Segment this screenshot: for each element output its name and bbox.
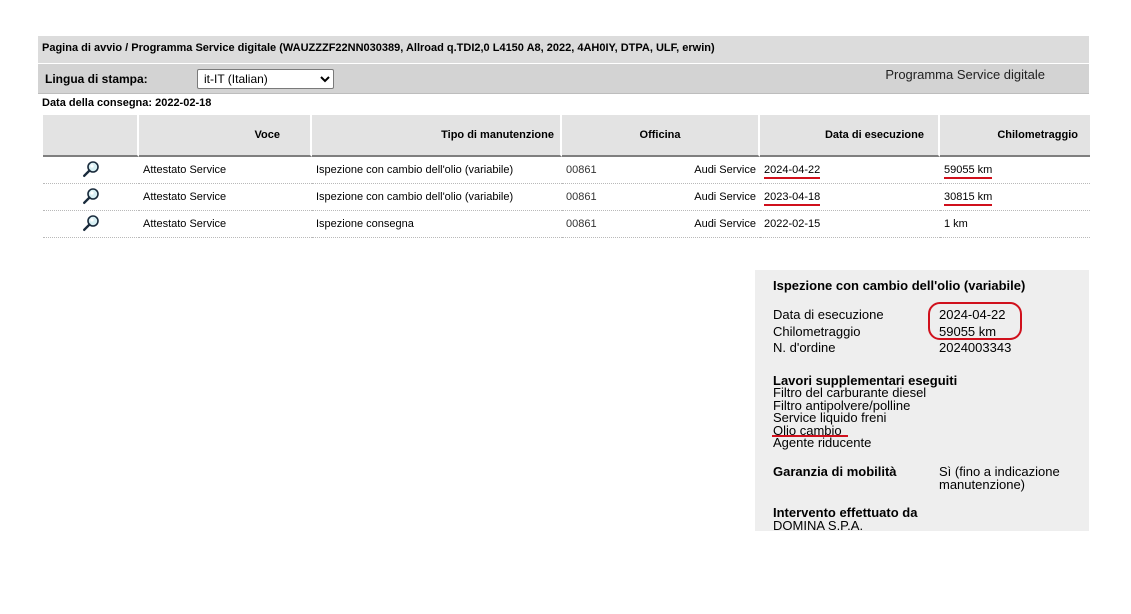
language-select[interactable]: it-IT (Italian) — [197, 69, 334, 89]
delivery-date: Data della consegna: 2022-02-18 — [42, 97, 212, 109]
row-voce: Attestato Service — [139, 157, 312, 184]
date-value: 2023-04-18 — [764, 191, 821, 206]
header-km: Chilometraggio — [940, 115, 1090, 157]
workshop-code: 00861 — [566, 191, 597, 203]
workshop-name: Audi Service — [694, 164, 756, 176]
program-title: Programma Service digitale — [885, 67, 1045, 82]
language-label: Lingua di stampa: — [45, 72, 148, 86]
row-date: 2022-02-15 — [760, 211, 940, 238]
detail-label-order: N. d'ordine — [773, 340, 836, 355]
row-voce: Attestato Service — [139, 184, 312, 211]
row-voce: Attestato Service — [139, 211, 312, 238]
row-officina: 00861 Audi Service — [562, 184, 760, 211]
row-date: 2024-04-22 — [760, 157, 940, 184]
row-icon-cell[interactable] — [43, 184, 139, 211]
red-circle-annotation — [928, 302, 1022, 340]
km-value: 30815 km — [944, 191, 993, 206]
detail-label-km: Chilometraggio — [773, 324, 861, 339]
table-row[interactable]: Attestato Service Ispezione con cambio d… — [43, 184, 1090, 211]
magnifier-icon[interactable] — [82, 187, 100, 208]
date-value: 2024-04-22 — [764, 164, 821, 179]
workshop-name: Audi Service — [694, 218, 756, 230]
header-officina: Officina — [562, 115, 760, 157]
magnifier-icon[interactable] — [82, 160, 100, 181]
table-row[interactable]: Attestato Service Ispezione consegna 008… — [43, 211, 1090, 238]
header-tipo: Tipo di manutenzione — [312, 115, 562, 157]
header-icon-col — [43, 115, 139, 157]
breadcrumb: Pagina di avvio / Programma Service digi… — [38, 36, 1089, 63]
row-tipo: Ispezione con cambio dell'olio (variabil… — [312, 184, 562, 211]
km-value: 1 km — [944, 218, 968, 230]
table-row[interactable]: Attestato Service Ispezione con cambio d… — [43, 157, 1090, 184]
row-tipo: Ispezione consegna — [312, 211, 562, 238]
detail-title: Ispezione con cambio dell'olio (variabil… — [773, 278, 1026, 293]
table-header-row: Voce Tipo di manutenzione Officina Data … — [43, 115, 1090, 157]
header-data: Data di esecuzione — [760, 115, 940, 157]
red-underline-annotation — [772, 435, 848, 437]
row-icon-cell[interactable] — [43, 157, 139, 184]
row-km: 30815 km — [940, 184, 1090, 211]
row-icon-cell[interactable] — [43, 211, 139, 238]
row-km: 59055 km — [940, 157, 1090, 184]
mobility-label: Garanzia di mobilità — [773, 464, 897, 479]
workshop-code: 00861 — [566, 164, 597, 176]
workshop-name: Audi Service — [694, 191, 756, 203]
extra-item: Agente riducente — [773, 435, 872, 450]
language-bar: Lingua di stampa: it-IT (Italian) Progra… — [38, 63, 1089, 94]
performed-by-value: DOMINA S.P.A. — [773, 518, 864, 533]
row-officina: 00861 Audi Service — [562, 211, 760, 238]
detail-panel: Ispezione con cambio dell'olio (variabil… — [755, 270, 1089, 533]
workshop-code: 00861 — [566, 218, 597, 230]
date-value: 2022-02-15 — [764, 218, 821, 230]
row-date: 2023-04-18 — [760, 184, 940, 211]
magnifier-icon[interactable] — [82, 214, 100, 235]
detail-value-order: 2024003343 — [939, 340, 1012, 355]
header-voce: Voce — [139, 115, 312, 157]
row-tipo: Ispezione con cambio dell'olio (variabil… — [312, 157, 562, 184]
row-km: 1 km — [940, 211, 1090, 238]
detail-label-date: Data di esecuzione — [773, 307, 884, 322]
service-table: Voce Tipo di manutenzione Officina Data … — [43, 115, 1090, 238]
row-officina: 00861 Audi Service — [562, 157, 760, 184]
km-value: 59055 km — [944, 164, 993, 179]
mobility-value-line2: manutenzione) — [939, 477, 1025, 492]
